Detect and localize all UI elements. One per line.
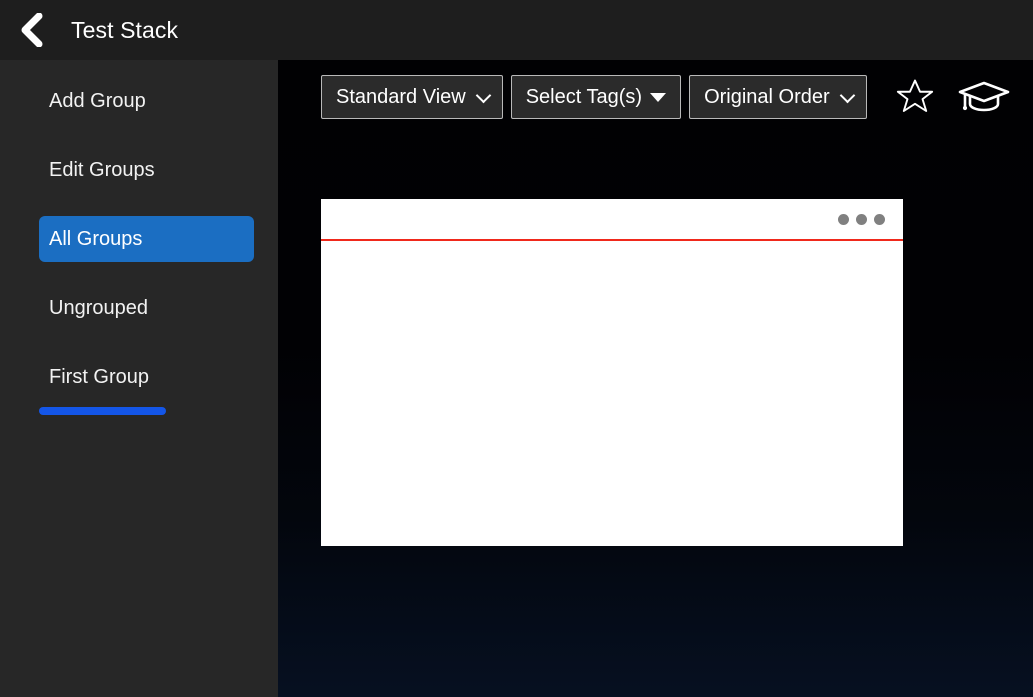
item-card[interactable] — [321, 199, 903, 546]
sidebar-item-ungrouped[interactable]: Ungrouped — [39, 285, 254, 331]
sidebar-item-first-group[interactable]: First Group — [39, 354, 254, 400]
sidebar-item-label: Edit Groups — [49, 159, 155, 181]
page-title: Test Stack — [71, 16, 179, 43]
sidebar-item-label: All Groups — [49, 228, 143, 250]
sort-order-value: Original Order — [704, 86, 830, 108]
tag-filter-value: Select Tag(s) — [525, 86, 643, 108]
star-outline-icon — [896, 79, 933, 112]
view-mode-value: Standard View — [336, 86, 466, 108]
tag-filter-dropdown[interactable]: Select Tag(s) — [510, 75, 682, 119]
graduation-cap-icon — [958, 81, 1009, 112]
sort-order-select[interactable]: Original Order — [689, 75, 867, 119]
app-root: Test Stack Add Group Edit Groups All Gro… — [0, 0, 1033, 697]
first-group-progress-bar — [39, 407, 166, 415]
kebab-dot — [856, 213, 867, 225]
sidebar-item-label: First Group — [49, 366, 150, 388]
sidebar: Add Group Edit Groups All Groups Ungroup… — [0, 60, 278, 697]
app-header: Test Stack — [0, 0, 1033, 60]
sidebar-item-label: Ungrouped — [49, 297, 148, 319]
sidebar-item-edit-groups[interactable]: Edit Groups — [39, 147, 254, 193]
chevron-left-icon — [21, 13, 43, 47]
toolbar: Standard View Select Tag(s) Original Ord… — [321, 74, 1013, 120]
first-group-progress-wrap — [39, 407, 254, 415]
kebab-dot — [874, 213, 885, 225]
favorite-button[interactable] — [892, 74, 938, 120]
sidebar-item-add-group[interactable]: Add Group — [39, 78, 254, 124]
caret-down-icon — [650, 92, 667, 102]
sidebar-item-all-groups[interactable]: All Groups — [39, 216, 254, 262]
kebab-dot — [838, 213, 849, 225]
main-content: Standard View Select Tag(s) Original Ord… — [278, 60, 1033, 697]
kebab-menu-icon[interactable] — [830, 208, 893, 231]
study-mode-button[interactable] — [955, 74, 1013, 120]
card-header — [321, 199, 903, 241]
back-button[interactable] — [0, 0, 62, 60]
sidebar-item-label: Add Group — [49, 90, 146, 112]
view-mode-select[interactable]: Standard View — [321, 75, 503, 119]
card-body — [321, 241, 903, 544]
